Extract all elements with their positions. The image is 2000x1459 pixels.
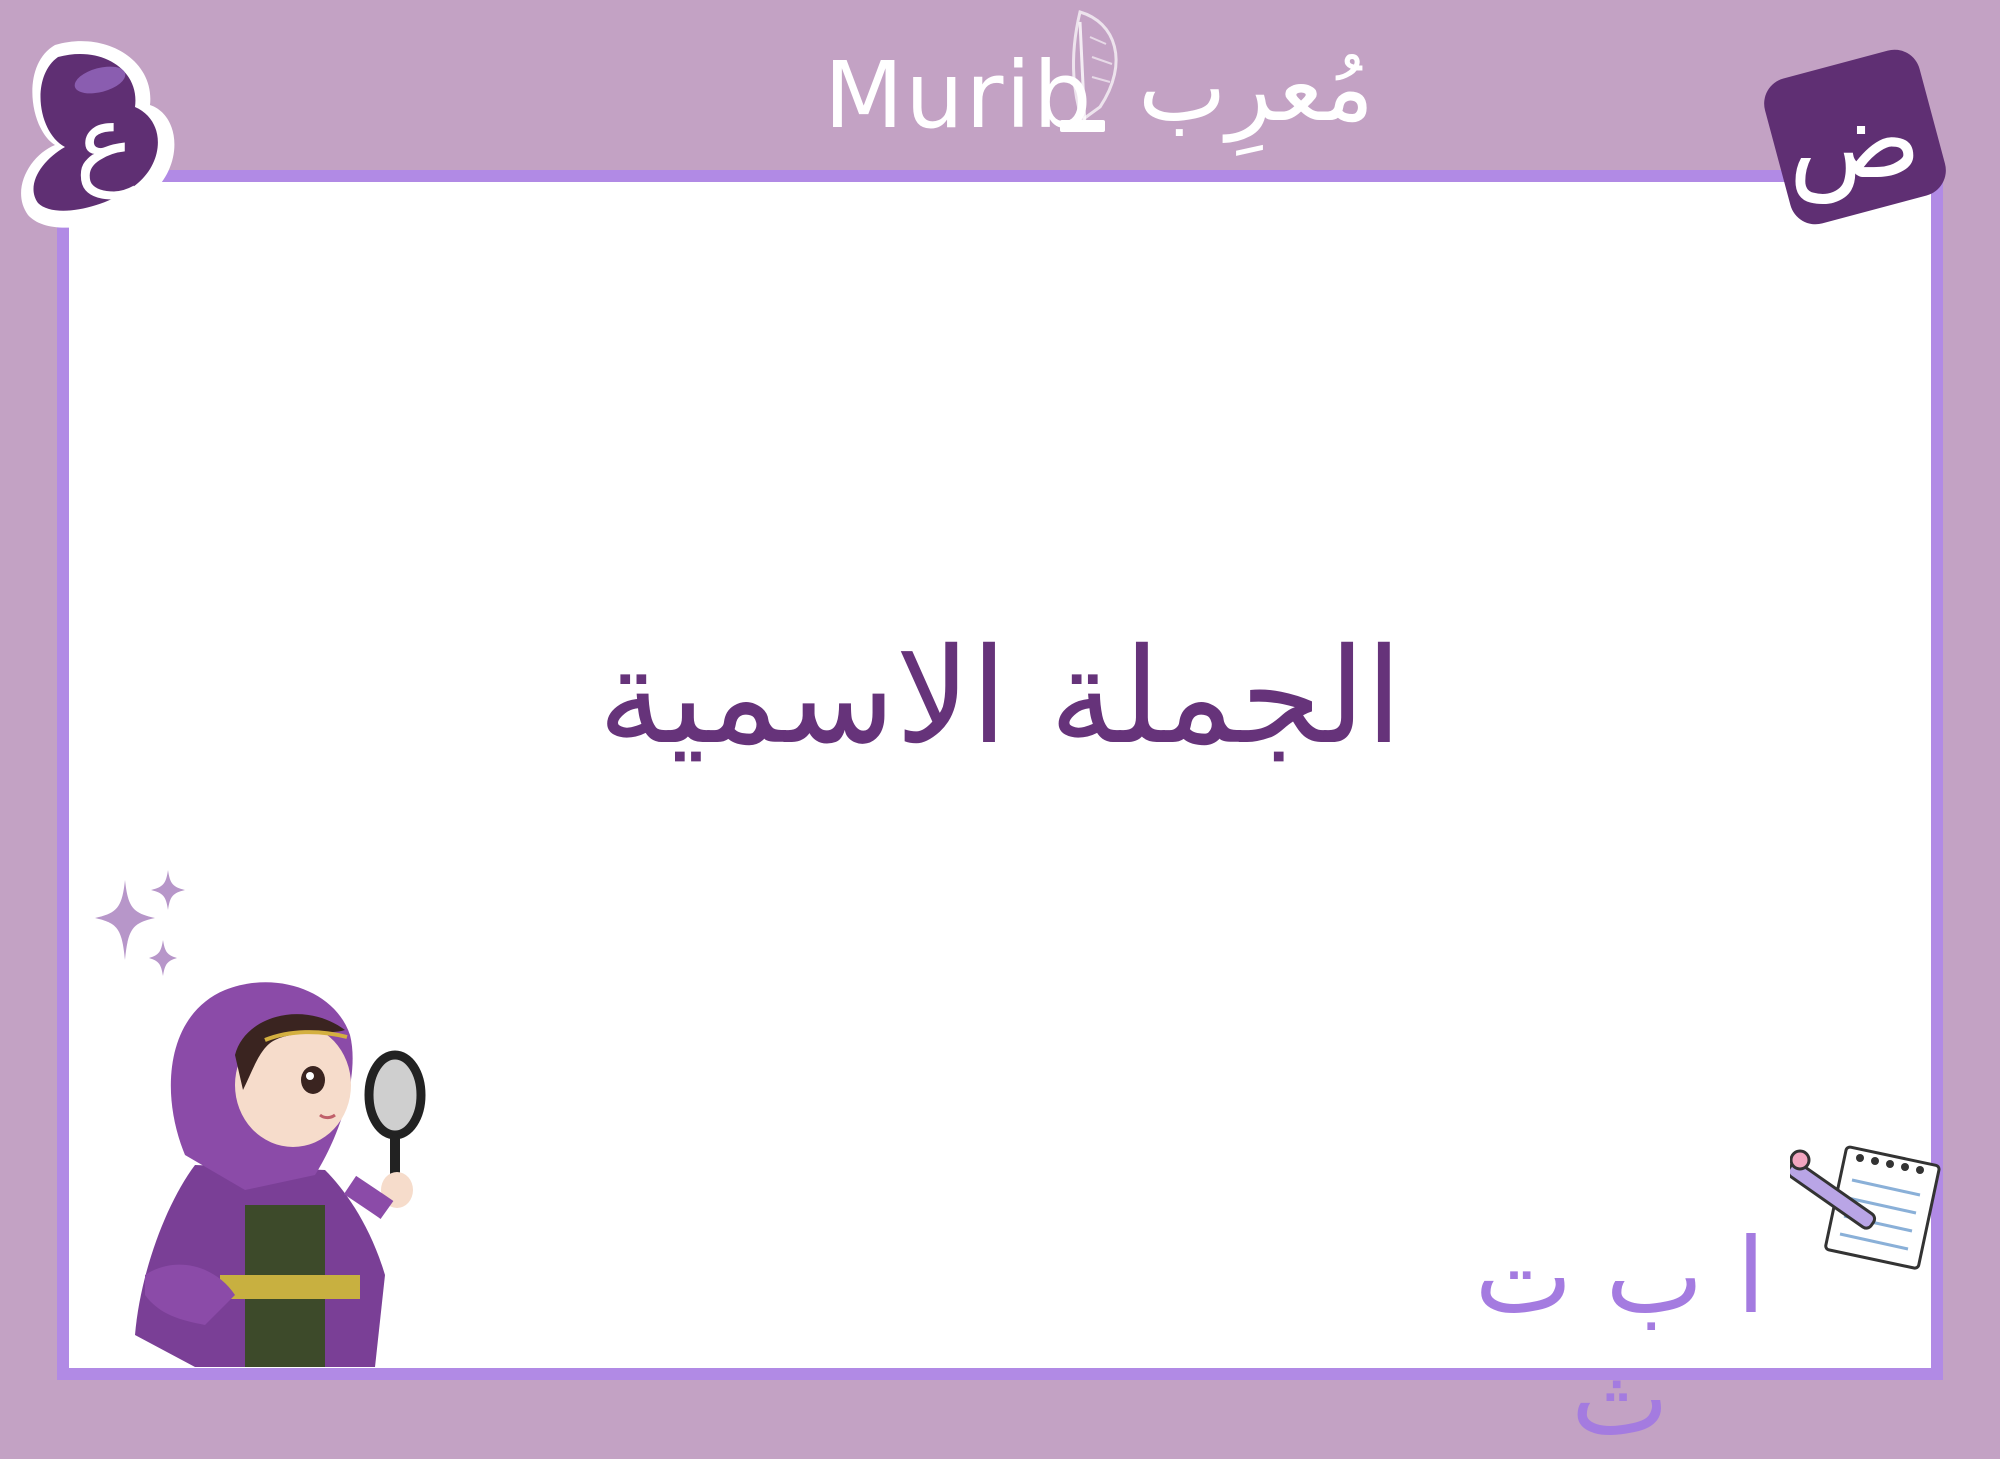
- brand-logo: Murib مُعرِب: [820, 10, 1420, 172]
- letter-badge-left: ع: [21, 41, 175, 228]
- notepad-pencil-icon: [1790, 1145, 1941, 1270]
- badge-left-letter: ع: [75, 82, 135, 199]
- brand-arabic-text: مُعرِب: [1138, 34, 1375, 143]
- detective-girl-illustration: [135, 982, 426, 1367]
- page-title: الجملة الاسمية: [597, 620, 1403, 774]
- feather-quill-icon: [1060, 10, 1118, 132]
- badge-right-letter: ض: [1789, 75, 1922, 204]
- sparkles-icon: [95, 870, 185, 976]
- letter-badge-right: ض: [1764, 49, 1946, 225]
- alphabet-letters: ا ب ت ث: [1474, 1215, 1766, 1459]
